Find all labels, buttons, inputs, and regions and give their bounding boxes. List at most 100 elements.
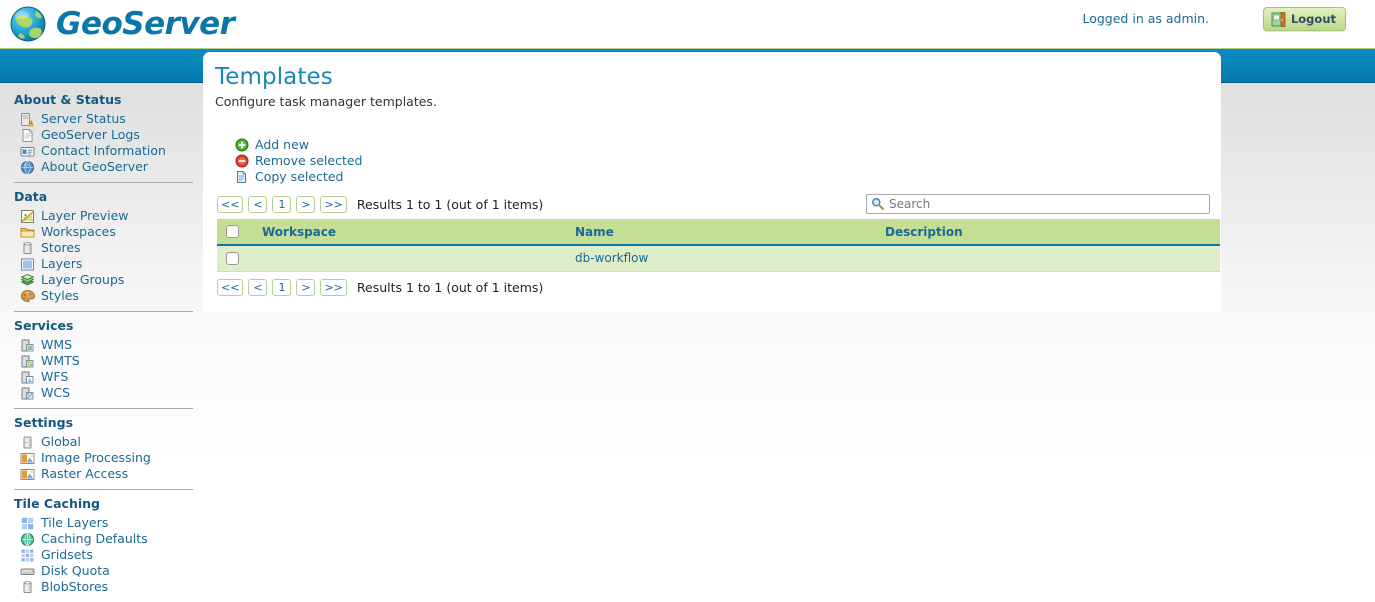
table-head: Workspace Name Description bbox=[217, 219, 1220, 245]
sidebar-item-stores[interactable]: Stores bbox=[14, 240, 203, 256]
sidebar-item-gridsets[interactable]: Gridsets bbox=[14, 547, 203, 563]
pagination-last-button-bottom[interactable]: >> bbox=[320, 279, 346, 296]
remove-selected-label: Remove selected bbox=[255, 153, 362, 169]
sidebar-item-label: Layer Groups bbox=[41, 272, 124, 288]
logout-label: Logout bbox=[1291, 12, 1336, 26]
sidebar-group-settings: Settings Global Image Processing bbox=[14, 409, 203, 490]
sidebar-item-label: Stores bbox=[41, 240, 81, 256]
add-new-button[interactable]: Add new bbox=[235, 137, 1211, 153]
table-header-row: Workspace Name Description bbox=[217, 219, 1220, 245]
logout-button[interactable]: Logout bbox=[1263, 7, 1346, 31]
column-header-description[interactable]: Description bbox=[885, 219, 1220, 245]
sidebar-item-server-status[interactable]: Server Status bbox=[14, 111, 203, 127]
pagination-page-1-button[interactable]: 1 bbox=[272, 196, 291, 213]
sidebar-item-label: Workspaces bbox=[41, 224, 116, 240]
globe-icon bbox=[6, 2, 50, 46]
sidebar-item-image-processing[interactable]: Image Processing bbox=[14, 450, 203, 466]
results-summary: Results 1 to 1 (out of 1 items) bbox=[357, 197, 543, 212]
pagination-next-button-bottom[interactable]: > bbox=[296, 279, 315, 296]
sidebar-item-label: Layer Preview bbox=[41, 208, 128, 224]
remove-selected-button[interactable]: Remove selected bbox=[235, 153, 1211, 169]
results-summary-bottom: Results 1 to 1 (out of 1 items) bbox=[357, 280, 543, 295]
column-header-workspace[interactable]: Workspace bbox=[262, 219, 575, 245]
sidebar-group-title: Services bbox=[14, 312, 203, 337]
sidebar-item-layer-groups[interactable]: Layer Groups bbox=[14, 272, 203, 288]
column-header-name[interactable]: Name bbox=[575, 219, 885, 245]
server-status-icon bbox=[20, 112, 35, 127]
sidebar-item-styles[interactable]: Styles bbox=[14, 288, 203, 304]
sidebar-item-label: BlobStores bbox=[41, 579, 108, 595]
pagination-next-button[interactable]: > bbox=[296, 196, 315, 213]
sidebar-item-label: About GeoServer bbox=[41, 159, 148, 175]
sidebar-item-contact-information[interactable]: Contact Information bbox=[14, 143, 203, 159]
sidebar-item-wfs[interactable]: WFS bbox=[14, 369, 203, 385]
caching-defaults-icon bbox=[20, 532, 35, 547]
sidebar-item-geoserver-logs[interactable]: GeoServer Logs bbox=[14, 127, 203, 143]
pagination-page-1-button-bottom[interactable]: 1 bbox=[272, 279, 291, 296]
sidebar-item-label: Global bbox=[41, 434, 81, 450]
wmts-icon bbox=[20, 354, 35, 369]
layer-groups-icon bbox=[20, 273, 35, 288]
layer-icon bbox=[20, 257, 35, 272]
door-logout-icon bbox=[1271, 12, 1286, 27]
sidebar-item-wmts[interactable]: WMTS bbox=[14, 353, 203, 369]
search-icon bbox=[871, 197, 884, 210]
copy-document-icon bbox=[235, 170, 249, 184]
template-link-db-workflow[interactable]: db-workflow bbox=[575, 251, 648, 265]
table-body: db-workflow bbox=[217, 245, 1220, 271]
sidebar-item-blobstores[interactable]: BlobStores bbox=[14, 579, 203, 595]
table-row: db-workflow bbox=[217, 245, 1220, 271]
sidebar-item-label: WMTS bbox=[41, 353, 80, 369]
page-subtitle: Configure task manager templates. bbox=[215, 94, 1211, 109]
geoserver-logo[interactable]: GeoServer bbox=[6, 2, 234, 46]
sidebar-item-label: GeoServer Logs bbox=[41, 127, 140, 143]
sidebar-group-services: Services WMS bbox=[14, 312, 203, 409]
pagination-first-button[interactable]: << bbox=[217, 196, 243, 213]
pagination-last-button[interactable]: >> bbox=[320, 196, 346, 213]
sidebar-item-disk-quota[interactable]: Disk Quota bbox=[14, 563, 203, 579]
cell-description bbox=[885, 245, 1220, 271]
search-input[interactable] bbox=[866, 194, 1210, 214]
sidebar-item-workspaces[interactable]: Workspaces bbox=[14, 224, 203, 240]
sidebar-item-label: Server Status bbox=[41, 111, 126, 127]
sidebar-item-about-geoserver[interactable]: About GeoServer bbox=[14, 159, 203, 175]
sidebar-item-label: WCS bbox=[41, 385, 70, 401]
sidebar-nav: About & Status Server Status bbox=[0, 86, 203, 595]
add-new-label: Add new bbox=[255, 137, 309, 153]
blobstores-icon bbox=[20, 580, 35, 595]
sidebar-group-tile-caching: Tile Caching Tile Layers bbox=[14, 490, 203, 595]
login-status: Logged in as admin. bbox=[1082, 11, 1209, 26]
sidebar-item-layers[interactable]: Layers bbox=[14, 256, 203, 272]
pagination-first-button-bottom[interactable]: << bbox=[217, 279, 243, 296]
pagination-prev-button[interactable]: < bbox=[248, 196, 267, 213]
select-all-checkbox[interactable] bbox=[226, 225, 239, 238]
sidebar-item-tile-layers[interactable]: Tile Layers bbox=[14, 515, 203, 531]
wfs-icon bbox=[20, 370, 35, 385]
sidebar-item-caching-defaults[interactable]: Caching Defaults bbox=[14, 531, 203, 547]
document-icon bbox=[20, 128, 35, 143]
copy-selected-button[interactable]: Copy selected bbox=[235, 169, 1211, 185]
main-content-panel: Templates Configure task manager templat… bbox=[203, 52, 1221, 312]
raster-access-icon bbox=[20, 467, 35, 482]
sidebar-item-label: Image Processing bbox=[41, 450, 151, 466]
image-processing-icon bbox=[20, 451, 35, 466]
wcs-icon bbox=[20, 386, 35, 401]
sidebar-item-wcs[interactable]: WCS bbox=[14, 385, 203, 401]
sidebar-group-about-status: About & Status Server Status bbox=[14, 86, 203, 183]
logo-text: GeoServer bbox=[56, 6, 234, 42]
sidebar-item-label: Raster Access bbox=[41, 466, 128, 482]
sidebar-item-layer-preview[interactable]: Layer Preview bbox=[14, 208, 203, 224]
sidebar-item-label: Disk Quota bbox=[41, 563, 110, 579]
pagination-prev-button-bottom[interactable]: < bbox=[248, 279, 267, 296]
wms-icon bbox=[20, 338, 35, 353]
sidebar-item-label: WFS bbox=[41, 369, 68, 385]
sidebar-item-raster-access[interactable]: Raster Access bbox=[14, 466, 203, 482]
sidebar-item-label: Gridsets bbox=[41, 547, 93, 563]
palette-icon bbox=[20, 289, 35, 304]
row-checkbox[interactable] bbox=[226, 252, 239, 265]
sidebar-item-label: Tile Layers bbox=[41, 515, 108, 531]
cell-name: db-workflow bbox=[575, 245, 885, 271]
contact-card-icon bbox=[20, 144, 35, 159]
sidebar-item-wms[interactable]: WMS bbox=[14, 337, 203, 353]
sidebar-item-global[interactable]: Global bbox=[14, 434, 203, 450]
